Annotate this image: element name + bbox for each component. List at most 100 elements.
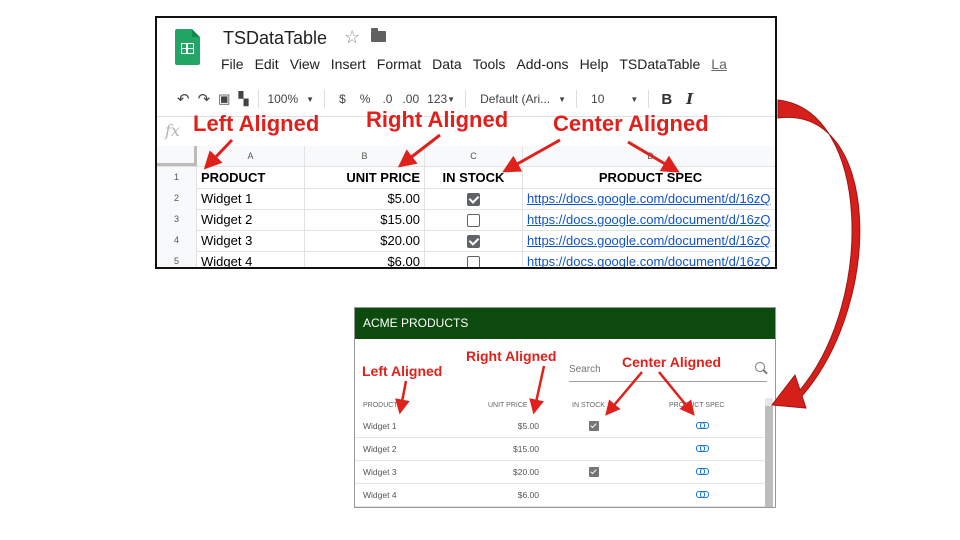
decrease-decimal-button[interactable]: .0 <box>382 92 392 106</box>
price-cell: $20.00 <box>513 467 539 477</box>
header-cell-product[interactable]: PRODUCT <box>197 167 305 188</box>
currency-button[interactable]: $ <box>339 92 346 106</box>
toolbar-divider <box>576 90 578 108</box>
menu-edit[interactable]: Edit <box>255 56 279 76</box>
select-all-corner[interactable] <box>157 146 197 166</box>
link-icon[interactable] <box>696 468 709 475</box>
price-cell[interactable]: $20.00 <box>305 230 425 251</box>
table-row[interactable]: Widget 2 $15.00 <box>355 438 765 461</box>
column-header-product[interactable]: PRODUCT <box>363 402 398 409</box>
menu-view[interactable]: View <box>290 56 320 76</box>
column-header-row: A B C D <box>157 146 775 167</box>
spec-link[interactable]: https://docs.google.com/document/d/16zQ <box>523 209 775 230</box>
header-cell-in-stock[interactable]: IN STOCK <box>425 167 523 188</box>
spec-link[interactable]: https://docs.google.com/document/d/16zQ <box>523 251 775 267</box>
acme-products-table-widget: ACME PRODUCTS PRODUCT UNIT PRICE IN STOC… <box>354 307 776 508</box>
table-row[interactable]: Widget 3 $20.00 <box>355 461 765 484</box>
header-cell-unit-price[interactable]: UNIT PRICE <box>305 167 425 188</box>
paint-format-icon[interactable]: ▚ <box>238 91 248 107</box>
sheets-logo-icon[interactable] <box>175 29 200 65</box>
column-header-unit-price[interactable]: UNIT PRICE <box>488 402 528 409</box>
spec-link[interactable]: https://docs.google.com/document/d/16zQ <box>523 230 775 251</box>
undo-icon[interactable]: ↶ <box>177 90 190 108</box>
menu-data[interactable]: Data <box>432 56 462 76</box>
in-stock-cell <box>425 230 523 251</box>
menu-help[interactable]: Help <box>580 56 609 76</box>
checkbox-checked[interactable] <box>467 235 480 249</box>
row-number[interactable]: 4 <box>157 230 197 251</box>
menu-addons[interactable]: Add-ons <box>516 56 568 76</box>
column-header-d[interactable]: D <box>523 146 775 166</box>
menu-bar: File Edit View Insert Format Data Tools … <box>221 56 738 76</box>
product-cell[interactable]: Widget 4 <box>197 251 305 267</box>
price-cell[interactable]: $6.00 <box>305 251 425 267</box>
column-header-c[interactable]: C <box>425 146 523 166</box>
price-cell: $5.00 <box>517 421 539 431</box>
price-cell[interactable]: $15.00 <box>305 209 425 230</box>
annotation-left-aligned: Left Aligned <box>193 111 320 136</box>
link-icon[interactable] <box>696 491 709 498</box>
document-title[interactable]: TSDataTable <box>223 28 327 49</box>
menu-tools[interactable]: Tools <box>473 56 506 76</box>
checkbox-checked[interactable] <box>467 193 480 207</box>
italic-button[interactable]: I <box>686 90 693 108</box>
chevron-down-icon[interactable]: ▼ <box>630 95 638 104</box>
product-cell: Widget 3 <box>363 467 397 477</box>
product-cell: Widget 1 <box>363 421 397 431</box>
percent-button[interactable]: % <box>360 92 371 106</box>
row-number[interactable]: 1 <box>157 167 197 188</box>
font-size-select[interactable]: 10 <box>591 92 604 106</box>
folder-icon[interactable] <box>371 28 386 42</box>
font-select[interactable]: Default (Ari... <box>480 92 550 106</box>
checkbox-unchecked[interactable] <box>467 256 480 267</box>
price-cell: $15.00 <box>513 444 539 454</box>
number-format-select[interactable]: 123 <box>427 92 447 106</box>
checkbox-checked[interactable] <box>589 467 599 477</box>
product-cell[interactable]: Widget 2 <box>197 209 305 230</box>
table-row: 1 PRODUCT UNIT PRICE IN STOCK PRODUCT SP… <box>157 167 775 189</box>
bold-button[interactable]: B <box>661 91 672 108</box>
row-number[interactable]: 3 <box>157 209 197 230</box>
chevron-down-icon[interactable]: ▼ <box>306 95 314 104</box>
link-icon[interactable] <box>696 445 709 452</box>
in-stock-cell <box>425 188 523 209</box>
zoom-select[interactable]: 100% <box>267 92 298 106</box>
scrollbar-thumb[interactable] <box>765 406 773 507</box>
star-icon[interactable]: ☆ <box>344 27 360 48</box>
annotation-right-aligned: Right Aligned <box>366 107 509 132</box>
column-header-product-spec[interactable]: PRODUCT SPEC <box>669 402 725 409</box>
price-cell[interactable]: $5.00 <box>305 188 425 209</box>
table-row: 4 Widget 3 $20.00 https://docs.google.co… <box>157 230 775 252</box>
search-icon[interactable] <box>755 362 765 372</box>
column-header-in-stock[interactable]: IN STOCK <box>572 402 605 409</box>
print-icon[interactable]: ▣ <box>218 91 230 107</box>
product-cell[interactable]: Widget 3 <box>197 230 305 251</box>
product-cell[interactable]: Widget 1 <box>197 188 305 209</box>
column-header-a[interactable]: A <box>197 146 305 166</box>
link-icon[interactable] <box>696 422 709 429</box>
menu-insert[interactable]: Insert <box>331 56 366 76</box>
in-stock-cell <box>425 251 523 267</box>
in-stock-cell <box>425 209 523 230</box>
checkbox-unchecked[interactable] <box>467 214 480 228</box>
checkbox-checked[interactable] <box>589 421 599 431</box>
column-header-b[interactable]: B <box>305 146 425 166</box>
spec-link[interactable]: https://docs.google.com/document/d/16zQ <box>523 188 775 209</box>
table-row[interactable]: Widget 4 $6.00 <box>355 484 765 507</box>
menu-file[interactable]: File <box>221 56 244 76</box>
menu-tsdatatable[interactable]: TSDataTable <box>619 56 700 76</box>
header-cell-product-spec[interactable]: PRODUCT SPEC <box>523 167 775 188</box>
annotation-center-aligned: Center Aligned <box>553 111 709 136</box>
increase-decimal-button[interactable]: .00 <box>402 92 419 106</box>
menu-format[interactable]: Format <box>377 56 421 76</box>
row-number[interactable]: 2 <box>157 188 197 209</box>
annotation-center-aligned-small: Center Aligned <box>622 354 722 370</box>
row-number[interactable]: 5 <box>157 251 197 267</box>
table-row[interactable]: Widget 1 $5.00 <box>355 415 765 438</box>
menu-last-edit[interactable]: La <box>711 56 727 76</box>
product-cell: Widget 4 <box>363 490 397 500</box>
chevron-down-icon[interactable]: ▼ <box>447 95 455 104</box>
chevron-down-icon[interactable]: ▼ <box>558 95 566 104</box>
price-cell: $6.00 <box>517 490 539 500</box>
redo-icon[interactable]: ↷ <box>198 90 211 108</box>
